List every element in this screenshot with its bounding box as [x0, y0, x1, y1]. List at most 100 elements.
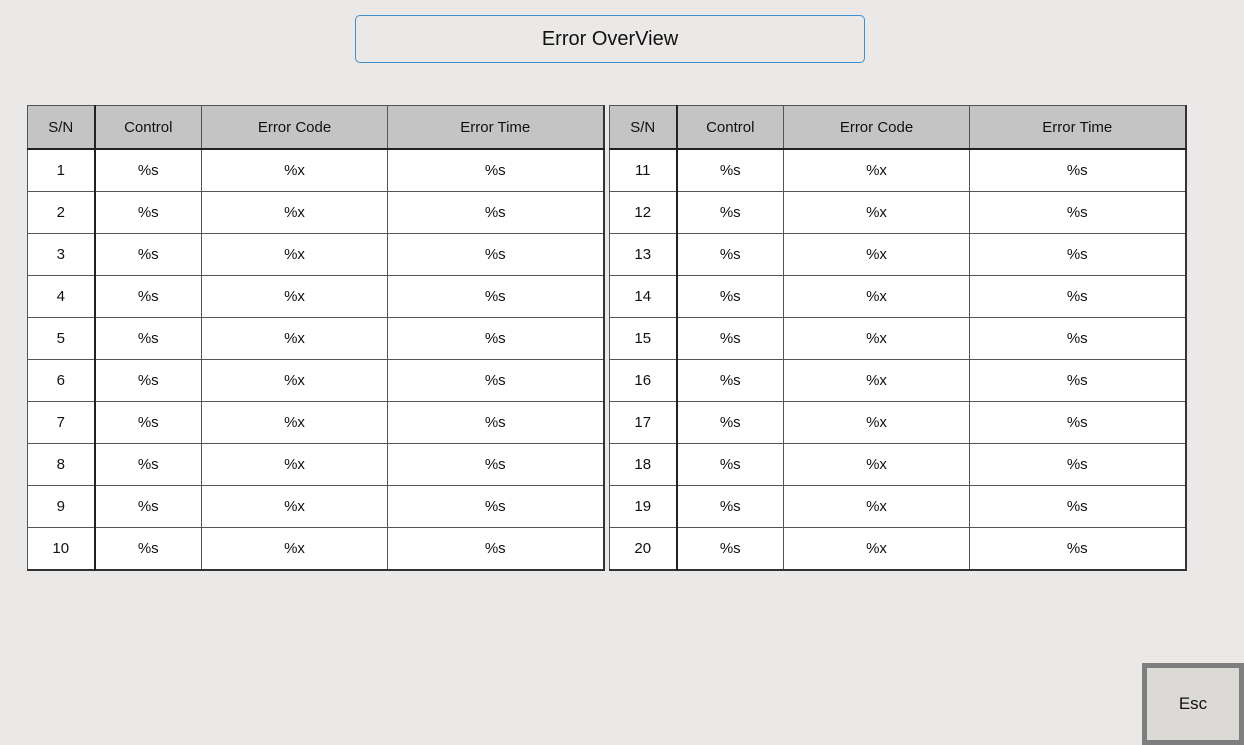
cell-error-code: %x	[201, 148, 388, 192]
cell-control: %s	[94, 485, 202, 528]
cell-error-code: %x	[783, 317, 970, 360]
cell-error-time: %s	[969, 359, 1186, 402]
column-header-error-code: Error Code	[201, 105, 388, 150]
cell-sn: 17	[609, 401, 678, 444]
cell-control: %s	[676, 148, 784, 192]
table-row: 19 %s %x %s	[609, 485, 1186, 528]
cell-control: %s	[676, 317, 784, 360]
cell-error-code: %x	[201, 275, 388, 318]
cell-control: %s	[94, 359, 202, 402]
cell-control: %s	[94, 191, 202, 234]
cell-sn: 11	[609, 148, 678, 192]
column-header-error-code: Error Code	[783, 105, 970, 150]
cell-control: %s	[94, 443, 202, 486]
header-row: S/N Control Error Code Error Time	[27, 105, 604, 150]
cell-error-code: %x	[783, 485, 970, 528]
cell-error-time: %s	[969, 233, 1186, 276]
table-row: 5 %s %x %s	[27, 317, 604, 360]
header-row: S/N Control Error Code Error Time	[609, 105, 1186, 150]
cell-control: %s	[676, 275, 784, 318]
cell-error-code: %x	[783, 148, 970, 192]
cell-error-code: %x	[201, 485, 388, 528]
cell-error-time: %s	[969, 148, 1186, 192]
cell-sn: 16	[609, 359, 678, 402]
table-row: 12 %s %x %s	[609, 191, 1186, 234]
cell-sn: 10	[27, 527, 96, 571]
cell-error-code: %x	[201, 401, 388, 444]
cell-error-code: %x	[201, 317, 388, 360]
cell-sn: 15	[609, 317, 678, 360]
cell-sn: 19	[609, 485, 678, 528]
cell-sn: 14	[609, 275, 678, 318]
column-header-error-time: Error Time	[969, 105, 1186, 150]
cell-error-time: %s	[387, 148, 604, 192]
table-row: 18 %s %x %s	[609, 443, 1186, 486]
table-row: 13 %s %x %s	[609, 233, 1186, 276]
table-row: 9 %s %x %s	[27, 485, 604, 528]
cell-sn: 5	[27, 317, 96, 360]
cell-error-code: %x	[783, 443, 970, 486]
cell-control: %s	[676, 485, 784, 528]
page-title: Error OverView	[355, 15, 865, 63]
cell-error-time: %s	[969, 275, 1186, 318]
cell-error-time: %s	[387, 359, 604, 402]
cell-error-code: %x	[201, 443, 388, 486]
cell-sn: 4	[27, 275, 96, 318]
cell-error-time: %s	[387, 485, 604, 528]
table-row: 14 %s %x %s	[609, 275, 1186, 318]
cell-error-code: %x	[783, 527, 970, 571]
cell-sn: 3	[27, 233, 96, 276]
cell-error-code: %x	[201, 359, 388, 402]
cell-control: %s	[676, 191, 784, 234]
cell-error-code: %x	[783, 401, 970, 444]
cell-error-code: %x	[783, 233, 970, 276]
cell-error-time: %s	[969, 401, 1186, 444]
cell-control: %s	[676, 401, 784, 444]
cell-sn: 20	[609, 527, 678, 571]
cell-control: %s	[676, 443, 784, 486]
cell-error-code: %x	[783, 191, 970, 234]
cell-error-time: %s	[969, 527, 1186, 571]
cell-control: %s	[94, 317, 202, 360]
cell-control: %s	[94, 275, 202, 318]
column-header-sn: S/N	[27, 105, 96, 150]
cell-error-time: %s	[387, 191, 604, 234]
cell-sn: 9	[27, 485, 96, 528]
table-row: 11 %s %x %s	[609, 148, 1186, 192]
cell-error-code: %x	[201, 527, 388, 571]
error-table-left: S/N Control Error Code Error Time 1 %s %x%…	[27, 105, 605, 571]
table-row: 8 %s %x %s	[27, 443, 604, 486]
cell-control: %s	[94, 527, 202, 571]
table-row: 7 %s %x %s	[27, 401, 604, 444]
column-header-sn: S/N	[609, 105, 678, 150]
cell-sn: 1	[27, 148, 96, 192]
cell-sn: 18	[609, 443, 678, 486]
cell-sn: 12	[609, 191, 678, 234]
column-header-control: Control	[676, 105, 784, 150]
cell-control: %s	[676, 359, 784, 402]
cell-sn: 7	[27, 401, 96, 444]
table-row: 20 %s %x %s	[609, 527, 1186, 571]
cell-control: %s	[94, 401, 202, 444]
cell-error-time: %s	[387, 443, 604, 486]
cell-error-code: %x	[783, 275, 970, 318]
table-row: 1 %s %x %s	[27, 148, 604, 192]
cell-control: %s	[94, 148, 202, 192]
cell-error-time: %s	[969, 443, 1186, 486]
cell-control: %s	[676, 233, 784, 276]
column-header-control: Control	[94, 105, 202, 150]
table-row: 2 %s %x %s	[27, 191, 604, 234]
cell-error-code: %x	[783, 359, 970, 402]
cell-error-time: %s	[387, 233, 604, 276]
cell-error-time: %s	[387, 527, 604, 571]
error-table-right: S/N Control Error Code Error Time 11 %s %x…	[609, 105, 1187, 571]
cell-sn: 13	[609, 233, 678, 276]
cell-error-time: %s	[969, 317, 1186, 360]
cell-error-code: %x	[201, 233, 388, 276]
cell-error-time: %s	[387, 275, 604, 318]
cell-control: %s	[94, 233, 202, 276]
esc-button[interactable]: Esc	[1142, 663, 1244, 745]
table-row: 3 %s %x %s	[27, 233, 604, 276]
cell-error-time: %s	[969, 485, 1186, 528]
cell-sn: 8	[27, 443, 96, 486]
